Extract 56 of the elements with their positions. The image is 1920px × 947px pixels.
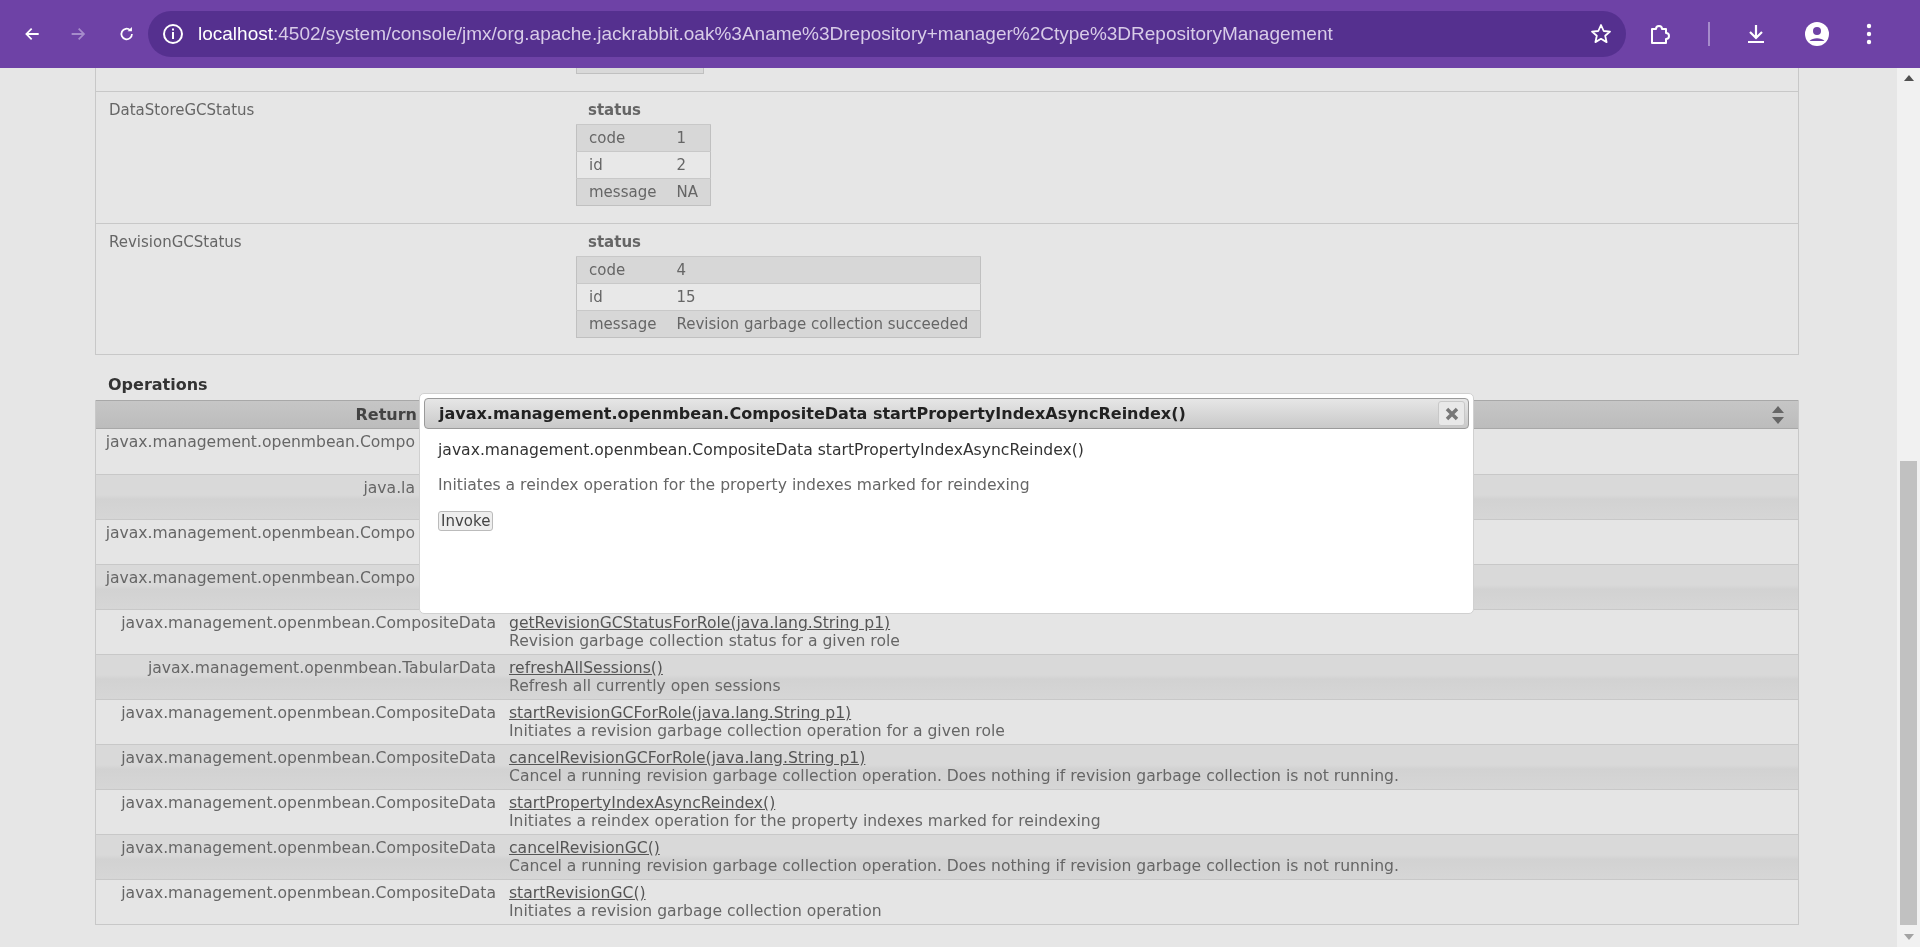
operation-description: Revision garbage collection status for a given role (509, 632, 900, 650)
operation-link[interactable]: getRevisionGCStatusForRole(java.lang.String p1) (509, 614, 891, 632)
table-cell: 2 (664, 151, 711, 179)
return-type: javax.management.openmbean.CompositeData (121, 839, 496, 857)
operation-description: Initiates a reindex operation for the property indexes marked for reindexing (438, 476, 1031, 494)
table-cell: id (576, 151, 665, 179)
operation-link[interactable]: startRevisionGC() (509, 884, 646, 902)
operation-description: Initiates a revision garbage collection operation for a given role (509, 722, 1005, 740)
return-type: javax.management.openmbean.CompositeData (121, 614, 496, 632)
return-type: javax.management.openmbean.Compo (105, 569, 415, 587)
return-type: javax.management.openmbean.CompositeData (121, 749, 496, 767)
table-cell: code (576, 124, 665, 152)
close-button[interactable] (1438, 401, 1465, 426)
return-type: javax.management.openmbean.CompositeData (121, 884, 496, 902)
operation-link[interactable]: startRevisionGCForRole(java.lang.String p1) (509, 704, 852, 722)
scroll-up-icon[interactable] (1902, 74, 1915, 82)
menu-icon[interactable] (1866, 23, 1872, 45)
profile-icon[interactable] (1804, 21, 1830, 47)
table-cell: Revision garbage collection succeeded (664, 310, 981, 338)
operation-description: Cancel a running revision garbage collection operation. Does nothing if revision garbage collection is not running. (509, 767, 1399, 785)
attribute-name: DataStoreGCStatus (108, 100, 256, 121)
return-type: java.la (363, 479, 415, 497)
close-icon (1444, 406, 1459, 421)
section-heading: Operations (107, 374, 209, 396)
operation-description: Initiates a revision garbage collection operation (509, 902, 882, 920)
scrollbar-thumb[interactable] (1900, 461, 1917, 925)
operation-description: Initiates a reindex operation for the property indexes marked for reindexing (509, 812, 1101, 830)
return-type: javax.management.openmbean.Compo (105, 433, 415, 451)
operation-description: Refresh all currently open sessions (509, 677, 781, 695)
operation-link[interactable]: cancelRevisionGCForRole(java.lang.String p1) (509, 749, 866, 767)
attribute-name: RevisionGCStatus (108, 232, 243, 253)
table-cell: message (576, 310, 665, 338)
star-icon[interactable] (1590, 23, 1612, 45)
table-cell: message (576, 178, 665, 206)
table-cell: 4 (664, 256, 981, 284)
operation-signature: javax.management.openmbean.CompositeData startPropertyIndexAsyncReindex() (438, 441, 1085, 459)
table-cell: 15 (664, 283, 981, 311)
table-cell: 1 (664, 124, 711, 152)
value-title: status (587, 233, 642, 251)
table-cell: code (576, 256, 665, 284)
operation-link[interactable]: cancelRevisionGC() (509, 839, 660, 857)
dialog-title: javax.management.openmbean.CompositeData startPropertyIndexAsyncReindex() (439, 404, 1186, 423)
value-title: status (587, 101, 642, 119)
table-cell: id (576, 283, 665, 311)
return-type: javax.management.openmbean.TabularData (147, 659, 496, 677)
invoke-button[interactable]: Invoke (438, 511, 494, 531)
sort-icon[interactable] (1771, 404, 1785, 425)
operation-link[interactable]: refreshAllSessions() (509, 659, 663, 677)
extension-icon[interactable] (1648, 22, 1672, 46)
return-type: javax.management.openmbean.Compo (105, 524, 415, 542)
return-type: javax.management.openmbean.CompositeData (121, 704, 496, 722)
info-icon[interactable] (162, 23, 184, 45)
operation-description: Cancel a running revision garbage collection operation. Does nothing if revision garbage collection is not running. (509, 857, 1399, 875)
return-type: javax.management.openmbean.CompositeData (121, 794, 496, 812)
operation-link[interactable]: startPropertyIndexAsyncReindex() (509, 794, 776, 812)
table-cell: NA (664, 178, 711, 206)
